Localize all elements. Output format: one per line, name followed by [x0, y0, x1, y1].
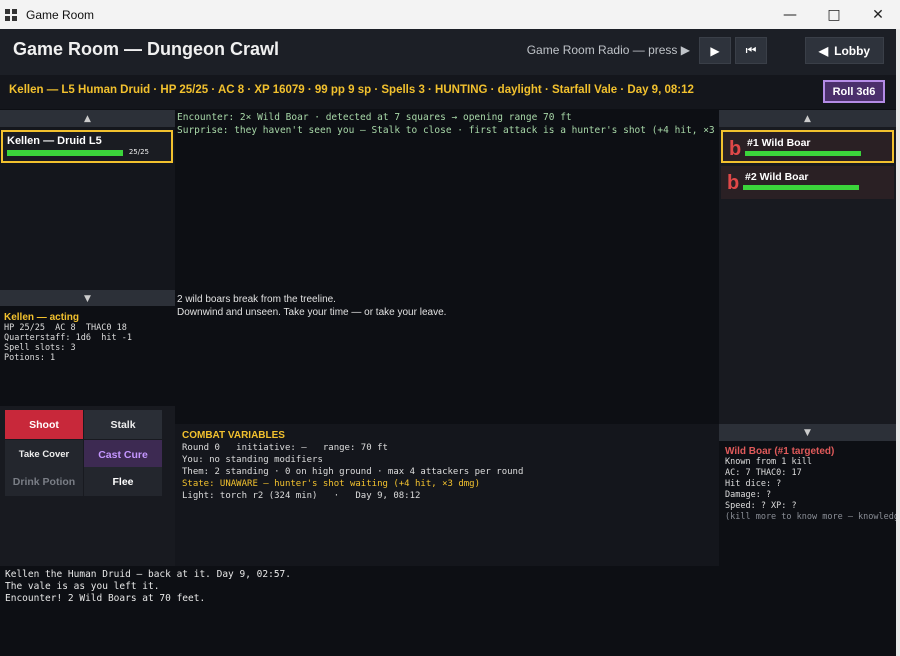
- adventure-log-line: The vale is as you left it.: [5, 581, 160, 592]
- enemy-hp-fill: [745, 151, 861, 156]
- acting-panel: Kellen — acting HP 25/25 AC 8 THAC0 18 Q…: [0, 306, 175, 406]
- enemy-card-1[interactable]: b #1 Wild Boar: [721, 130, 894, 163]
- lobby-button[interactable]: ◀ Lobby: [805, 37, 884, 64]
- boar-icon: b: [729, 138, 742, 160]
- lobby-label: Lobby: [834, 43, 871, 58]
- take-cover-button[interactable]: Take Cover: [5, 440, 83, 469]
- enemy-info-line: AC: 7 THAC0: 17: [725, 468, 802, 478]
- combat-state-line: State: UNAWARE — hunter's shot waiting (…: [182, 479, 481, 489]
- enemy-info-line: Speed: ? XP: ?: [725, 501, 797, 511]
- party-member-name: Kellen — Druid L5: [7, 135, 102, 147]
- drink-potion-button[interactable]: Drink Potion: [5, 467, 83, 496]
- party-scroll-down[interactable]: ▼: [0, 290, 175, 307]
- party-scroll-up[interactable]: ▲: [0, 110, 175, 127]
- combat-round-line: Round 0 initiative: — range: 70 ft: [182, 443, 388, 453]
- roll-dice-button[interactable]: Roll 3d6: [823, 80, 885, 103]
- status-bar: Kellen — L5 Human Druid · HP 25/25 · AC …: [0, 75, 900, 109]
- enemy-info-note: (kill more to know more — knowledge: [725, 512, 896, 522]
- radio-skip-button[interactable]: ⏮: [735, 37, 767, 64]
- enemy-info-line: Damage: ?: [725, 490, 772, 500]
- party-member-hp-fill: [7, 150, 123, 156]
- enemy-scroll-up[interactable]: ▲: [719, 110, 896, 127]
- radio-play-button[interactable]: ▶: [699, 37, 731, 64]
- back-arrow-icon: ◀: [818, 43, 829, 58]
- enemy-info-line: Known from 1 kill: [725, 457, 812, 467]
- window-titlebar: Game Room — □ ✕: [0, 0, 900, 29]
- enemy-info-line: Hit dice: ?: [725, 479, 782, 489]
- combat-them-line: Them: 2 standing · 0 on high ground · ma…: [182, 467, 524, 477]
- enemy-card-2[interactable]: b #2 Wild Boar: [721, 166, 894, 199]
- narration-line: 2 wild boars break from the treeline.: [177, 294, 336, 305]
- enemy-info-panel: Wild Boar (#1 targeted) Known from 1 kil…: [719, 442, 896, 566]
- enemy-scroll-down[interactable]: ▼: [719, 424, 896, 441]
- close-button[interactable]: ✕: [856, 0, 900, 29]
- window-title: Game Room: [26, 7, 95, 22]
- narration-panel: 2 wild boars break from the treeline. Do…: [175, 292, 719, 406]
- enemy-name: #2 Wild Boar: [745, 171, 809, 183]
- acting-stat-line: Potions: 1: [4, 353, 56, 363]
- app-icon: [5, 8, 17, 21]
- narration-line: Downwind and unseen. Take your time — or…: [177, 307, 447, 318]
- combat-light-line: Light: torch r2 (324 min) · Day 9, 08:12: [182, 491, 421, 501]
- play-icon: ▶: [710, 43, 720, 58]
- skip-icon: ⏮: [745, 43, 757, 57]
- party-member-card[interactable]: Kellen — Druid L5 25/25: [1, 130, 173, 163]
- enemy-name: #1 Wild Boar: [747, 137, 811, 149]
- enemy-info-title: Wild Boar (#1 targeted): [725, 446, 835, 457]
- combat-you-line: You: no standing modifiers: [182, 455, 323, 465]
- adventure-log-line: Kellen the Human Druid — back at it. Day…: [5, 569, 291, 580]
- party-panel: Kellen — Druid L5 25/25: [0, 127, 175, 290]
- maximize-button[interactable]: □: [812, 0, 856, 29]
- combat-title: COMBAT VARIABLES: [182, 430, 285, 441]
- flee-button[interactable]: Flee: [84, 467, 162, 496]
- party-member-hp-text: 25/25: [128, 148, 149, 156]
- page-title: Game Room — Dungeon Crawl: [13, 39, 280, 59]
- acting-stat-line: Quarterstaff: 1d6 hit -1: [4, 333, 132, 343]
- character-status: Kellen — L5 Human Druid · HP 25/25 · AC …: [9, 84, 694, 96]
- enemy-hp-fill: [743, 185, 859, 190]
- stalk-button[interactable]: Stalk: [84, 410, 162, 439]
- cast-cure-button[interactable]: Cast Cure: [84, 440, 162, 469]
- acting-stat-line: HP 25/25 AC 8 THAC0 18: [4, 323, 127, 333]
- encounter-log: Encounter: 2× Wild Boar · detected at 7 …: [175, 110, 719, 292]
- app-header: Game Room — Dungeon Crawl Game Room Radi…: [0, 29, 900, 75]
- actions-panel: Shoot Stalk Take Cover Cast Cure Drink P…: [0, 406, 175, 566]
- acting-stat-line: Spell slots: 3: [4, 343, 76, 353]
- shoot-button[interactable]: Shoot: [5, 410, 83, 439]
- enemy-hp-bar: [745, 151, 861, 156]
- adventure-log: Kellen the Human Druid — back at it. Day…: [0, 566, 896, 656]
- enemy-panel: b #1 Wild Boar b #2 Wild Boar: [719, 127, 896, 424]
- party-member-hp-bar: [7, 150, 123, 156]
- window-edge: [896, 29, 900, 656]
- acting-title: Kellen — acting: [4, 312, 80, 323]
- radio-label: Game Room Radio — press ▶: [526, 43, 690, 57]
- enemy-hp-bar: [743, 185, 859, 190]
- adventure-log-line: Encounter! 2 Wild Boars at 70 feet.: [5, 593, 206, 604]
- log-line: Encounter: 2× Wild Boar · detected at 7 …: [177, 112, 572, 123]
- log-line: Surprise: they haven't seen you — Stalk …: [177, 125, 719, 136]
- boar-icon: b: [727, 172, 740, 194]
- combat-variables-panel: COMBAT VARIABLES Round 0 initiative: — r…: [175, 424, 719, 566]
- minimize-button[interactable]: —: [768, 0, 812, 29]
